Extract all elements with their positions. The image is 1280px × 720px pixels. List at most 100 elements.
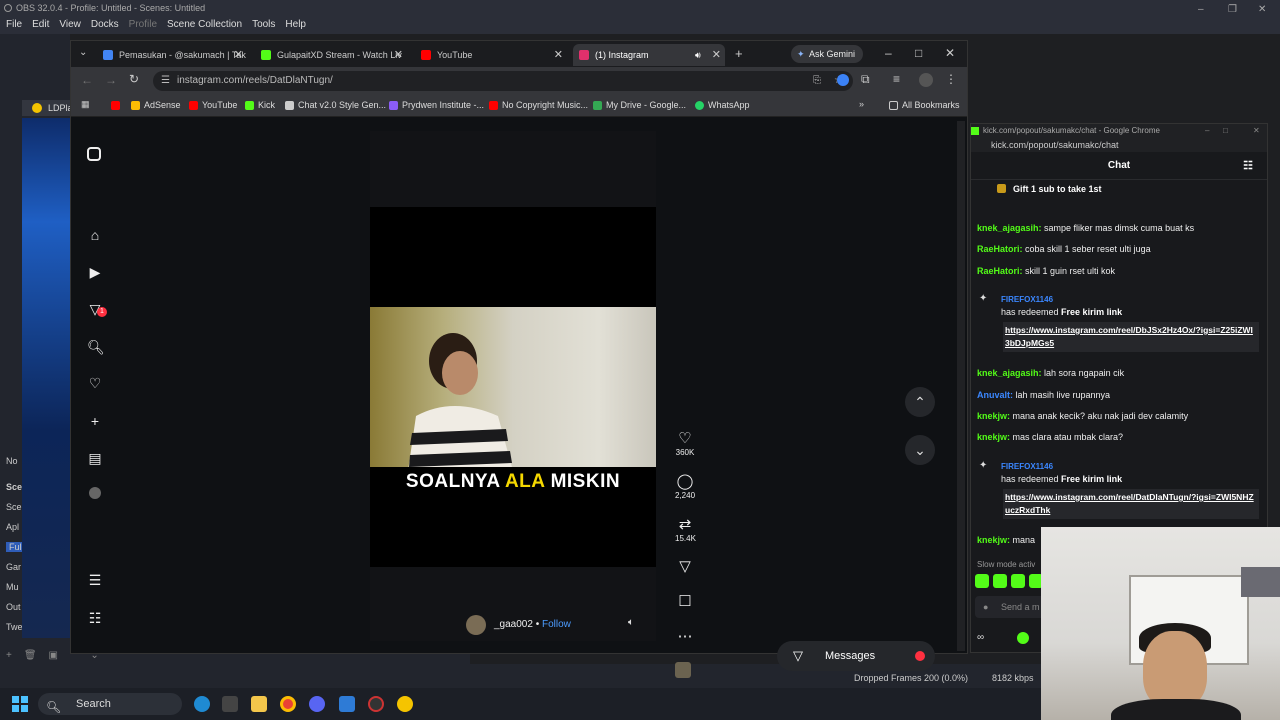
- ask-gemini-button[interactable]: ✦ Ask Gemini: [791, 45, 863, 63]
- heart-icon[interactable]: ♡: [675, 429, 695, 447]
- reel-video[interactable]: SOALNYA ALA MISKIN _gaa002 • Follow 🔈︎: [370, 131, 656, 641]
- new-tab-icon[interactable]: +: [735, 46, 743, 61]
- speaker-icon[interactable]: 🔊︎: [695, 44, 701, 66]
- tab-search-icon[interactable]: ⌄: [79, 47, 87, 58]
- more-apps-icon[interactable]: ☷: [87, 610, 103, 626]
- close-tab-icon[interactable]: ✕: [234, 44, 243, 66]
- repost-action[interactable]: ⇄ 15.4K: [675, 515, 696, 543]
- discord-icon[interactable]: [309, 696, 325, 712]
- chat-username[interactable]: knekjw:: [977, 411, 1010, 421]
- comment-icon[interactable]: ◯: [675, 472, 695, 490]
- app-icon[interactable]: [339, 696, 355, 712]
- heart-icon[interactable]: ♡: [87, 375, 103, 391]
- repost-icon[interactable]: ⇄: [675, 515, 695, 533]
- create-icon[interactable]: +: [87, 413, 103, 429]
- bookmark-icon[interactable]: ☐: [675, 592, 695, 610]
- bookmark-prydwen[interactable]: Prydwen Institute -...: [389, 100, 484, 110]
- all-bookmarks[interactable]: All Bookmarks: [889, 100, 960, 110]
- author-avatar[interactable]: [466, 615, 486, 635]
- tab-gulapaitxd[interactable]: GulapaitXD Stream - Watch Liv ✕: [255, 44, 407, 66]
- bookmark-adsense[interactable]: AdSense: [131, 100, 181, 110]
- chat-username[interactable]: RaeHatori:: [977, 266, 1023, 276]
- save-action[interactable]: ☐: [675, 592, 695, 610]
- maximize-icon[interactable]: □: [915, 46, 922, 60]
- search-icon[interactable]: 🔍︎: [87, 339, 105, 355]
- reels-icon[interactable]: ▶: [87, 264, 103, 280]
- maximize-icon[interactable]: □: [1223, 124, 1228, 138]
- address-bar[interactable]: ☰ instagram.com/reels/DatDlaNTugn/ ⎘ ☆: [153, 71, 853, 91]
- menu-scene-collection[interactable]: Scene Collection: [167, 16, 242, 34]
- share-action[interactable]: ▽: [675, 557, 695, 575]
- menu-profile[interactable]: Profile: [129, 16, 157, 34]
- menu-help[interactable]: Help: [285, 16, 306, 34]
- audio-thumbnail[interactable]: [675, 662, 691, 678]
- gift-sub-banner[interactable]: Gift 1 sub to take 1st: [971, 180, 1267, 198]
- minimize-icon[interactable]: –: [1205, 124, 1209, 138]
- close-tab-icon[interactable]: ✕: [394, 44, 403, 66]
- bookmark-chat-style[interactable]: Chat v2.0 Style Gen...: [285, 100, 386, 110]
- dock-label[interactable]: Apl: [6, 522, 19, 532]
- like-action[interactable]: ♡ 360K: [675, 429, 695, 457]
- profile-avatar[interactable]: [89, 487, 101, 499]
- redeem-link[interactable]: https://www.instagram.com/reel/DatDlaNTu…: [1003, 489, 1259, 519]
- chat-username[interactable]: knekjw:: [977, 432, 1010, 442]
- site-info-icon[interactable]: ☰: [161, 71, 170, 91]
- menu-docks[interactable]: Docks: [91, 16, 119, 34]
- extension-icon[interactable]: [837, 74, 849, 86]
- author-username[interactable]: _gaa002: [494, 619, 533, 630]
- settings-icon[interactable]: ∞: [977, 632, 984, 643]
- tab-pemasukan[interactable]: Pemasukan - @sakumach | Tak ✕: [97, 44, 247, 66]
- more-icon[interactable]: ⋯: [675, 627, 695, 645]
- chat-username[interactable]: Anuvalt:: [977, 390, 1013, 400]
- users-icon[interactable]: ☷: [1243, 152, 1253, 180]
- filter-icon[interactable]: ▣: [49, 648, 58, 664]
- menu-view[interactable]: View: [59, 16, 81, 34]
- home-icon[interactable]: ⌂: [87, 227, 103, 243]
- chat-username[interactable]: RaeHatori:: [977, 244, 1023, 254]
- messages-button[interactable]: ▽ Messages: [777, 641, 935, 671]
- bookmark-my-drive[interactable]: My Drive - Google...: [593, 100, 686, 110]
- reload-icon[interactable]: ↻: [129, 72, 139, 86]
- scrollbar[interactable]: [957, 121, 965, 651]
- obs-icon[interactable]: [368, 696, 384, 712]
- youtube-bookmark-icon[interactable]: [111, 101, 120, 110]
- close-icon[interactable]: ✕: [945, 46, 955, 60]
- emote-icon[interactable]: [975, 574, 989, 588]
- bookmark-whatsapp[interactable]: WhatsApp: [695, 100, 750, 110]
- previous-reel-button[interactable]: ⌃: [905, 387, 935, 417]
- windows-start-icon[interactable]: [12, 696, 28, 712]
- next-reel-button[interactable]: ⌄: [905, 435, 935, 465]
- more-bookmarks-icon[interactable]: »: [859, 99, 864, 109]
- bookmark-no-copyright[interactable]: No Copyright Music...: [489, 100, 588, 110]
- dock-label[interactable]: Sce: [6, 502, 22, 512]
- more-action[interactable]: ⋯: [675, 627, 695, 645]
- chat-username[interactable]: knek_ajagasih:: [977, 223, 1042, 233]
- redeem-link[interactable]: https://www.instagram.com/reel/DbJSx2Hz4…: [1003, 322, 1259, 352]
- redeem-username[interactable]: FIREFOX1146: [1001, 295, 1053, 304]
- menu-icon[interactable]: ☰: [87, 572, 103, 588]
- emote-icon[interactable]: [993, 574, 1007, 588]
- dock-label[interactable]: Out: [6, 602, 21, 612]
- gear-icon[interactable]: [222, 696, 238, 712]
- media-icon[interactable]: ≡: [893, 72, 900, 86]
- menu-file[interactable]: File: [6, 16, 22, 34]
- tab-youtube[interactable]: YouTube ✕: [415, 44, 567, 66]
- profile-avatar[interactable]: [919, 73, 933, 87]
- edge-icon[interactable]: [194, 696, 210, 712]
- bookmark-kick[interactable]: Kick: [245, 100, 275, 110]
- send-icon[interactable]: ▽: [675, 557, 695, 575]
- dock-label[interactable]: Twe: [6, 622, 23, 632]
- kick-send-icon[interactable]: [1017, 632, 1029, 644]
- dashboard-icon[interactable]: ▤: [87, 450, 103, 466]
- mute-icon[interactable]: 🔈︎: [628, 617, 634, 628]
- chrome-icon[interactable]: [280, 696, 296, 712]
- ldplayer-window-tab[interactable]: LDPla: [22, 100, 73, 116]
- dock-label[interactable]: Mu: [6, 582, 19, 592]
- follow-button[interactable]: Follow: [542, 619, 571, 630]
- trash-icon[interactable]: 🗑: [24, 648, 37, 664]
- taskbar-search[interactable]: 🔍︎ Search: [38, 693, 182, 715]
- tab-instagram[interactable]: (1) Instagram 🔊︎ ✕: [573, 44, 725, 66]
- chat-username[interactable]: knekjw:: [977, 535, 1010, 545]
- close-tab-icon[interactable]: ✕: [712, 44, 721, 66]
- install-icon[interactable]: ⎘: [813, 71, 821, 91]
